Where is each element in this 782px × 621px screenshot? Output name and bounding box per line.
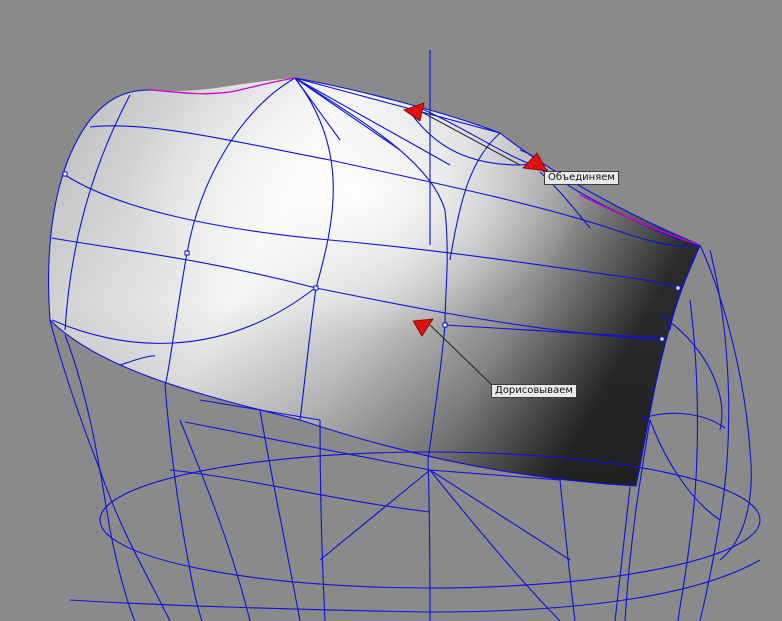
- control-point: [675, 285, 681, 291]
- model-scene[interactable]: [0, 0, 782, 621]
- callout-merge-label: Объединяем: [544, 171, 619, 185]
- shaded-surface[interactable]: [48, 78, 700, 486]
- control-point: [184, 250, 190, 256]
- control-point: [62, 171, 68, 177]
- control-point: [442, 322, 448, 328]
- callout-draw-label: Дорисовываем: [491, 384, 577, 398]
- control-point: [313, 285, 319, 291]
- 3d-viewport[interactable]: Объединяем Дорисовываем: [0, 0, 782, 621]
- control-point: [659, 336, 665, 342]
